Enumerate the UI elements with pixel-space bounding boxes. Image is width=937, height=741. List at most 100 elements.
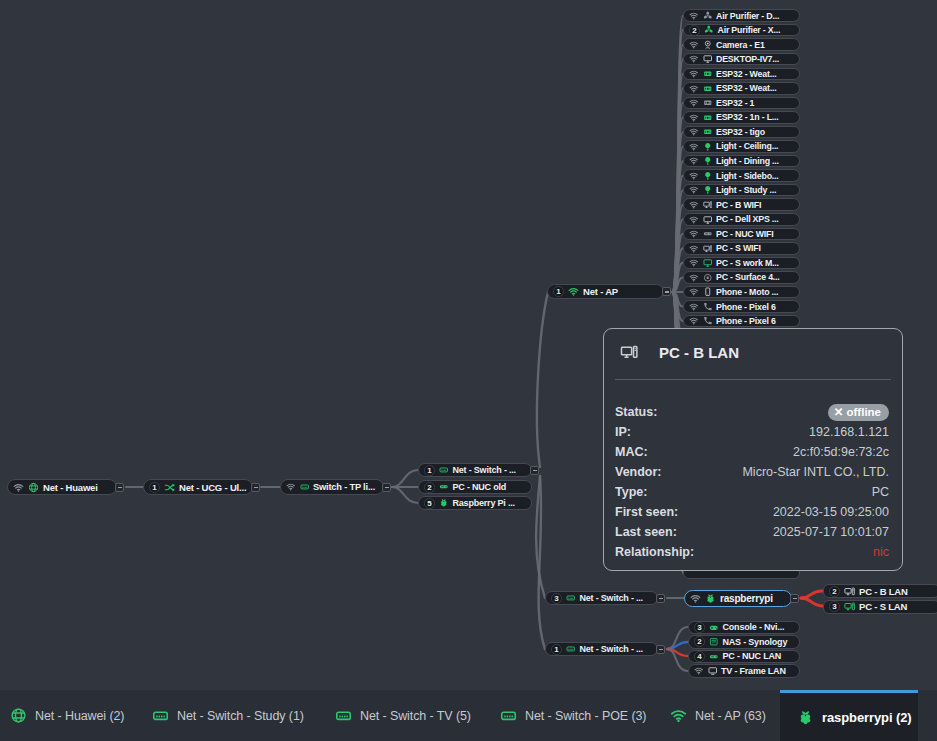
node-label: ESP32 - Weat... [716,69,776,79]
popup-label: Type: [615,485,647,499]
collapse-toggle[interactable] [251,483,260,492]
switch-icon [335,707,352,724]
node-dev-pc-s-work[interactable]: PC - S work M... [683,257,800,270]
node-label: PC - B LAN [859,586,908,597]
collapse-toggle[interactable] [656,594,665,603]
node-net-ucg[interactable]: 1Net - UCG - Ul... [143,479,253,495]
node-dev-esp32-1n[interactable]: ESP32 - 1n - L... [683,111,800,124]
tab-net-switch-tv-5-[interactable]: Net - Switch - TV (5) [335,690,471,741]
wifi-icon [286,482,296,492]
node-dev-light-dining[interactable]: Light - Dining ... [683,155,800,168]
node-dev-desktop[interactable]: DESKTOP-IV7... [683,53,800,66]
collapse-toggle[interactable] [790,594,799,603]
node-pc-b-lan[interactable]: 2PC - B LAN [823,584,937,598]
wifi-icon [689,215,699,225]
wifi-icon [689,54,699,64]
node-dev-air-purifier-d[interactable]: Air Purifier - D... [683,9,800,22]
bottom-tab-bar: Net - Huawei (2) Net - Switch - Study (1)… [0,690,937,741]
node-label: Net - Switch - ... [580,644,643,654]
popup-label: IP: [615,425,631,439]
node-pc-s-lan[interactable]: 3PC - S LAN [823,600,937,614]
node-label: PC - S WIFI [716,243,761,253]
popup-label: MAC: [615,445,648,459]
popup-row-relationship: Relationship:nic [615,542,889,562]
count-badge: 1 [551,644,562,655]
wifi-icon [689,98,699,108]
count-badge: 5 [424,498,435,509]
node-dev-air-purifier-x[interactable]: 2Air Purifier - X... [683,24,800,37]
popup-label: Status: [615,405,657,419]
node-console-nvidia[interactable]: 3Console - Nvi... [688,621,800,635]
node-dev-pc-b-wifi[interactable]: PC - B WIFI [683,198,800,211]
controller-icon [709,623,719,633]
switch-icon [152,707,169,724]
node-dev-camera-e1[interactable]: Camera - E1 [683,38,800,51]
wifi-icon [689,302,699,312]
node-pc-nuc-lan[interactable]: 4PC - NUC LAN [688,650,800,664]
collapse-toggle[interactable] [662,287,671,296]
popup-row-vendor: Vendor:Micro-Star INTL CO., LTD. [615,462,889,482]
surface-icon [703,273,713,283]
node-switch-tp[interactable]: Switch - TP li... [280,479,384,495]
node-label: Net - AP [583,286,618,297]
node-net-switch-a[interactable]: 3Net - Switch - ... [545,591,658,605]
node-nas-synology[interactable]: 2NAS - Synology [688,635,800,649]
count-badge: 1 [149,482,160,493]
wifi-icon [689,229,699,239]
node-dev-esp32-1[interactable]: ESP32 - 1 [683,97,800,110]
node-dev-pc-dell[interactable]: PC - Dell XPS ... [683,213,800,226]
count-badge: 2 [689,25,700,36]
node-raspberrypi[interactable]: raspberrypi [684,590,792,607]
node-net-ap[interactable]: 1 Net - AP [547,284,664,299]
node-label: ESP32 - 1n - L... [716,112,779,122]
node-dev-phone-moto[interactable]: Phone - Moto ... [683,286,800,299]
node-raspberry-pi[interactable]: 5Raspberry Pi ... [418,496,532,510]
node-dev-phone-pixel1[interactable]: Phone - Pixel 6 [683,300,800,313]
node-net-switch-poe[interactable]: 1Net - Switch - ... [418,463,532,477]
node-dev-esp32-tigo[interactable]: ESP32 - tigo [683,126,800,139]
node-dev-esp32-weat2[interactable]: ESP32 - Weat... [683,82,800,95]
phone-icon [703,287,713,297]
collapse-toggle[interactable] [382,483,391,492]
node-dev-light-sideboard[interactable]: Light - Sidebo... [683,169,800,182]
count-badge: 1 [553,286,564,297]
wifi-icon [689,273,699,283]
node-tv-frame-lan[interactable]: TV - Frame LAN [688,664,800,678]
node-dev-phone-pixel2[interactable]: Phone - Pixel 6 [683,315,800,328]
collapse-toggle[interactable] [656,645,665,654]
count-badge: 3 [551,593,562,604]
popup-row-type: Type:PC [615,482,889,502]
wifi-icon [689,156,699,166]
node-dev-pc-s-wifi[interactable]: PC - S WIFI [683,242,800,255]
node-net-switch-b[interactable]: 1 Net - Switch - ... [545,642,658,656]
node-dev-light-ceiling[interactable]: Light - Ceiling... [683,140,800,153]
node-dev-light-study[interactable]: Light - Study ... [683,184,800,197]
count-badge: 2 [694,636,705,647]
wifi-icon [689,316,699,326]
raspberry-icon [705,593,716,604]
tab-raspberrypi-2-[interactable]: raspberrypi (2) [780,690,918,741]
popup-row-lastseen: Last seen:2025-07-17 10:01:07 [615,522,889,542]
tab-net-ap-63-[interactable]: Net - AP (63) [670,690,766,741]
node-dev-pc-nuc-wifi[interactable]: PC - NUC WIFI [683,228,800,241]
network-topology-canvas: PC - B LAN Status:✕offlineIP:192.168.1.1… [0,0,937,741]
node-dev-esp32-weat1[interactable]: ESP32 - Weat... [683,68,800,81]
tab-net-switch-study-1-[interactable]: Net - Switch - Study (1) [152,690,304,741]
popup-label: First seen: [615,505,678,519]
pc-icon [703,244,713,254]
globe-icon [10,707,27,724]
bulb-icon [703,142,713,152]
desktop-icon [703,215,713,225]
tab-net-switch-poe-3-[interactable]: Net - Switch - POE (3) [500,690,646,741]
collapse-toggle[interactable] [530,466,539,475]
collapse-toggle[interactable] [115,483,124,492]
node-dev-pc-surface[interactable]: PC - Surface 4... [683,271,800,284]
count-badge: 4 [694,651,705,662]
pc-icon [620,343,638,361]
node-label: Light - Sidebo... [716,171,779,181]
tab-net-huawei-2-[interactable]: Net - Huawei (2) [10,690,124,741]
node-pc-nuc-old[interactable]: 2PC - NUC old [418,480,532,494]
wifi-icon [670,707,687,724]
wifi-icon [689,171,699,181]
node-net-huawei[interactable]: Net - Huawei [7,479,117,495]
